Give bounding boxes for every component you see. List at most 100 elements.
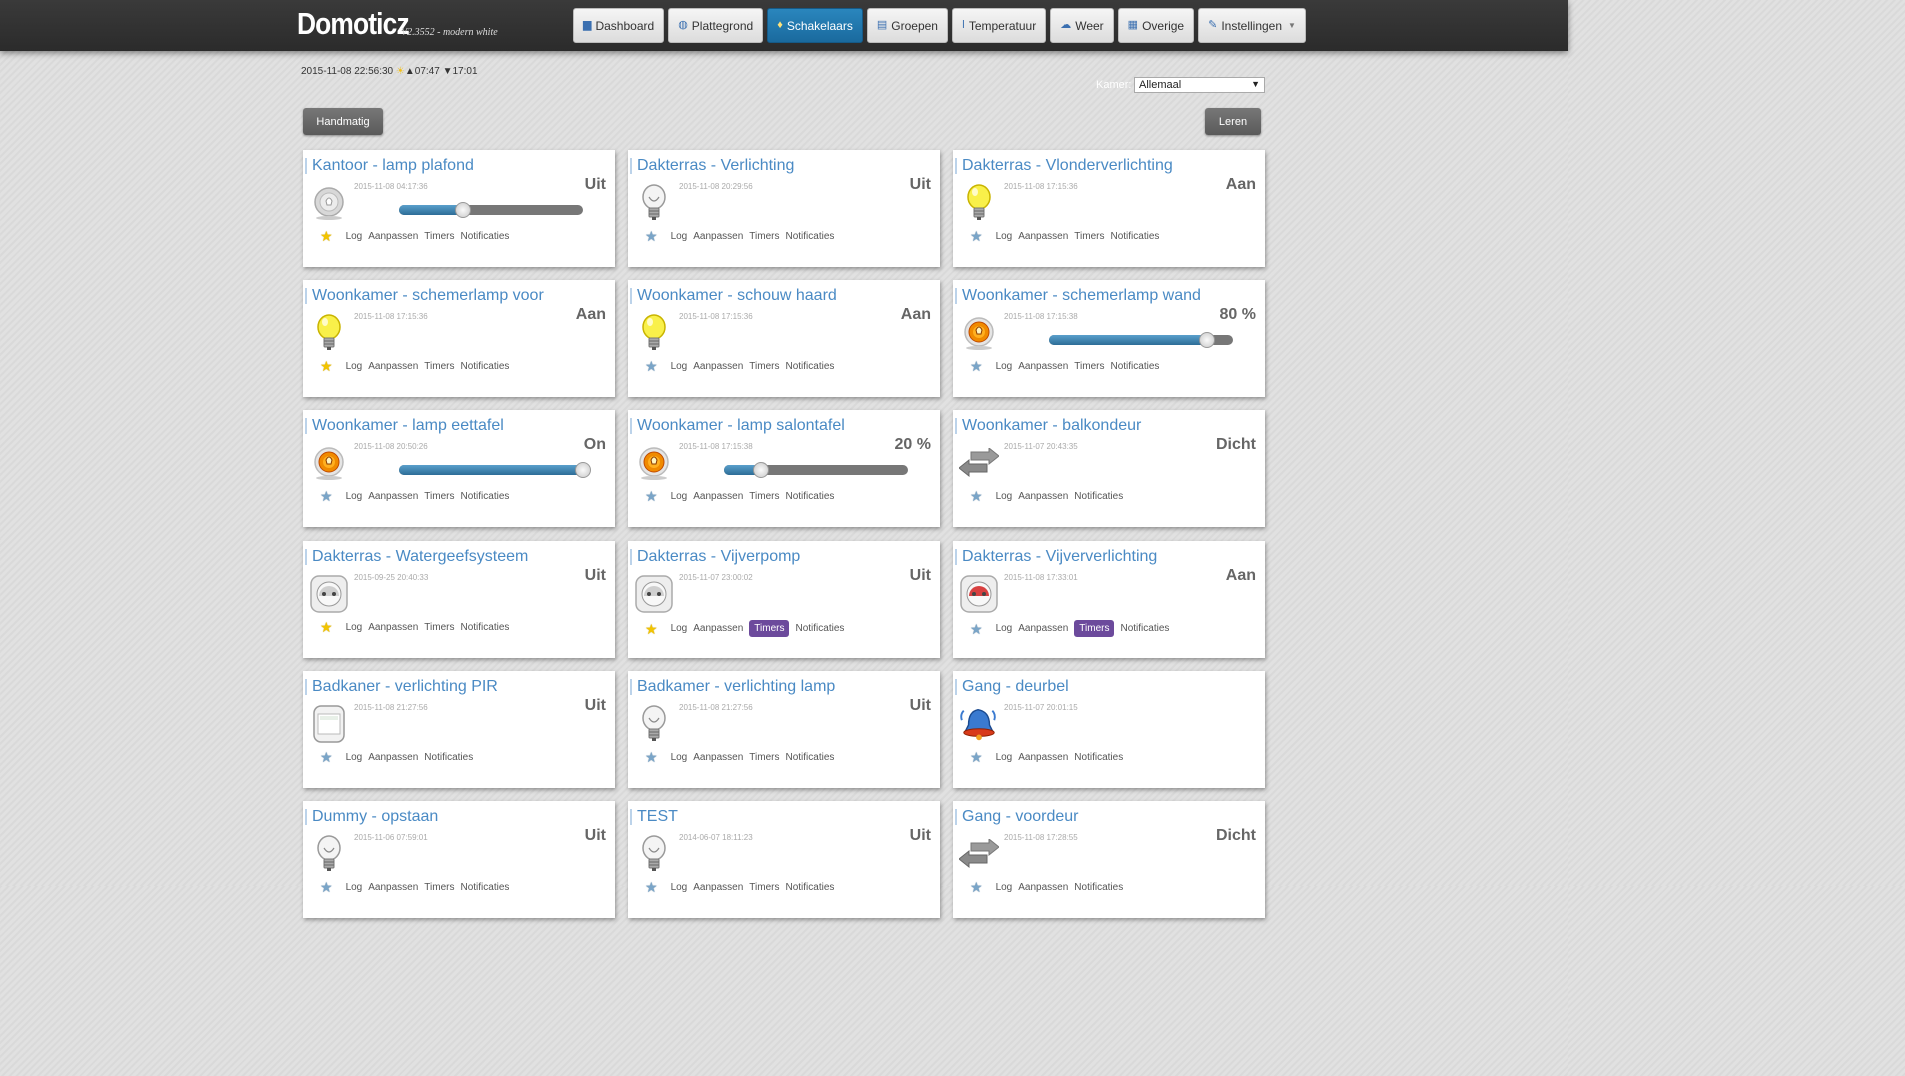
link-aanpassen[interactable]: Aanpassen: [1018, 361, 1068, 372]
dimmer-slider-handle[interactable]: [575, 462, 591, 478]
link-aanpassen[interactable]: Aanpassen: [693, 752, 743, 763]
link-notificaties[interactable]: Notificaties: [1110, 361, 1159, 372]
link-notificaties[interactable]: Notificaties: [424, 752, 473, 763]
link-log[interactable]: Log: [346, 752, 363, 763]
link-timers[interactable]: Timers: [1074, 231, 1104, 242]
link-timers[interactable]: Timers: [424, 231, 454, 242]
link-timers[interactable]: Timers: [749, 361, 779, 372]
link-log[interactable]: Log: [996, 491, 1013, 502]
link-aanpassen[interactable]: Aanpassen: [693, 231, 743, 242]
bulb-on-icon[interactable]: [959, 182, 999, 224]
link-notificaties[interactable]: Notificaties: [1074, 882, 1123, 893]
link-aanpassen[interactable]: Aanpassen: [693, 882, 743, 893]
link-log[interactable]: Log: [996, 623, 1013, 634]
dimmer-slider[interactable]: [1049, 332, 1233, 348]
favorite-star-icon[interactable]: ★: [320, 489, 333, 503]
link-aanpassen[interactable]: Aanpassen: [1018, 752, 1068, 763]
device-title[interactable]: Woonkamer - schouw haard: [637, 287, 837, 305]
link-notificaties[interactable]: Notificaties: [785, 491, 834, 502]
device-title[interactable]: Dakterras - Watergeefsysteem: [312, 548, 528, 566]
link-aanpassen[interactable]: Aanpassen: [1018, 882, 1068, 893]
favorite-star-icon[interactable]: ★: [645, 229, 658, 243]
link-aanpassen[interactable]: Aanpassen: [693, 623, 743, 634]
device-title[interactable]: Gang - deurbel: [962, 678, 1069, 696]
link-notificaties[interactable]: Notificaties: [460, 231, 509, 242]
link-log[interactable]: Log: [671, 882, 688, 893]
device-title[interactable]: Woonkamer - schemerlamp voor: [312, 287, 544, 305]
link-notificaties[interactable]: Notificaties: [785, 361, 834, 372]
link-log[interactable]: Log: [996, 361, 1013, 372]
link-aanpassen[interactable]: Aanpassen: [693, 491, 743, 502]
door-arrows-icon[interactable]: [959, 833, 999, 875]
device-title[interactable]: Dakterras - Verlichting: [637, 157, 794, 175]
link-timers[interactable]: Timers: [749, 620, 790, 637]
device-title[interactable]: Woonkamer - lamp eettafel: [312, 417, 504, 435]
favorite-star-icon[interactable]: ★: [645, 359, 658, 373]
device-title[interactable]: Dakterras - Vijverpomp: [637, 548, 800, 566]
link-notificaties[interactable]: Notificaties: [1120, 623, 1169, 634]
favorite-star-icon[interactable]: ★: [320, 880, 333, 894]
link-notificaties[interactable]: Notificaties: [460, 491, 509, 502]
favorite-star-icon[interactable]: ★: [320, 359, 333, 373]
bulb-off-icon[interactable]: [634, 833, 674, 875]
socket-on-icon[interactable]: [959, 573, 999, 615]
link-log[interactable]: Log: [346, 882, 363, 893]
link-timers[interactable]: Timers: [1074, 361, 1104, 372]
link-log[interactable]: Log: [671, 752, 688, 763]
device-title[interactable]: Dakterras - Vlonderverlichting: [962, 157, 1173, 175]
tab-weer[interactable]: ☁ Weer: [1050, 8, 1114, 43]
link-log[interactable]: Log: [671, 361, 688, 372]
dimmer-slider-handle[interactable]: [455, 202, 471, 218]
link-aanpassen[interactable]: Aanpassen: [1018, 231, 1068, 242]
link-notificaties[interactable]: Notificaties: [1074, 752, 1123, 763]
socket-off-icon[interactable]: [309, 573, 349, 615]
dimmer-on-icon[interactable]: [634, 442, 674, 484]
link-timers[interactable]: Timers: [749, 882, 779, 893]
link-notificaties[interactable]: Notificaties: [785, 882, 834, 893]
learn-button[interactable]: Leren: [1205, 108, 1261, 135]
device-title[interactable]: TEST: [637, 808, 678, 826]
tab-overige[interactable]: ▦ Overige: [1117, 8, 1195, 43]
link-log[interactable]: Log: [671, 491, 688, 502]
bulb-off-icon[interactable]: [634, 182, 674, 224]
link-aanpassen[interactable]: Aanpassen: [368, 361, 418, 372]
socket-off-icon[interactable]: [634, 573, 674, 615]
link-aanpassen[interactable]: Aanpassen: [693, 361, 743, 372]
link-aanpassen[interactable]: Aanpassen: [368, 622, 418, 633]
link-log[interactable]: Log: [346, 491, 363, 502]
link-timers[interactable]: Timers: [749, 231, 779, 242]
tab-schakelaars[interactable]: ♦ Schakelaars: [767, 8, 863, 43]
link-log[interactable]: Log: [346, 361, 363, 372]
pir-sensor-icon[interactable]: [309, 703, 349, 745]
link-notificaties[interactable]: Notificaties: [1110, 231, 1159, 242]
device-title[interactable]: Kantoor - lamp plafond: [312, 157, 474, 175]
device-title[interactable]: Badkamer - verlichting lamp: [637, 678, 835, 696]
device-title[interactable]: Dummy - opstaan: [312, 808, 438, 826]
link-notificaties[interactable]: Notificaties: [1074, 491, 1123, 502]
bulb-off-grey-icon[interactable]: [309, 182, 349, 224]
favorite-star-icon[interactable]: ★: [970, 359, 983, 373]
favorite-star-icon[interactable]: ★: [645, 622, 658, 636]
link-aanpassen[interactable]: Aanpassen: [368, 491, 418, 502]
favorite-star-icon[interactable]: ★: [970, 750, 983, 764]
dimmer-on-icon[interactable]: [959, 312, 999, 354]
tab-temperatuur[interactable]: ǀ Temperatuur: [951, 8, 1047, 43]
dimmer-slider[interactable]: [399, 462, 591, 478]
link-aanpassen[interactable]: Aanpassen: [368, 882, 418, 893]
bulb-off-icon[interactable]: [309, 833, 349, 875]
link-log[interactable]: Log: [671, 623, 688, 634]
favorite-star-icon[interactable]: ★: [970, 489, 983, 503]
link-notificaties[interactable]: Notificaties: [785, 752, 834, 763]
link-timers[interactable]: Timers: [749, 491, 779, 502]
tab-instellingen[interactable]: ✎ Instellingen ▼: [1198, 8, 1306, 43]
favorite-star-icon[interactable]: ★: [970, 880, 983, 894]
link-log[interactable]: Log: [996, 231, 1013, 242]
tab-groepen[interactable]: ▤ Groepen: [866, 8, 948, 43]
dimmer-slider[interactable]: [724, 462, 908, 478]
link-notificaties[interactable]: Notificaties: [460, 361, 509, 372]
link-log[interactable]: Log: [996, 752, 1013, 763]
favorite-star-icon[interactable]: ★: [645, 489, 658, 503]
link-timers[interactable]: Timers: [424, 491, 454, 502]
link-notificaties[interactable]: Notificaties: [785, 231, 834, 242]
link-aanpassen[interactable]: Aanpassen: [1018, 491, 1068, 502]
